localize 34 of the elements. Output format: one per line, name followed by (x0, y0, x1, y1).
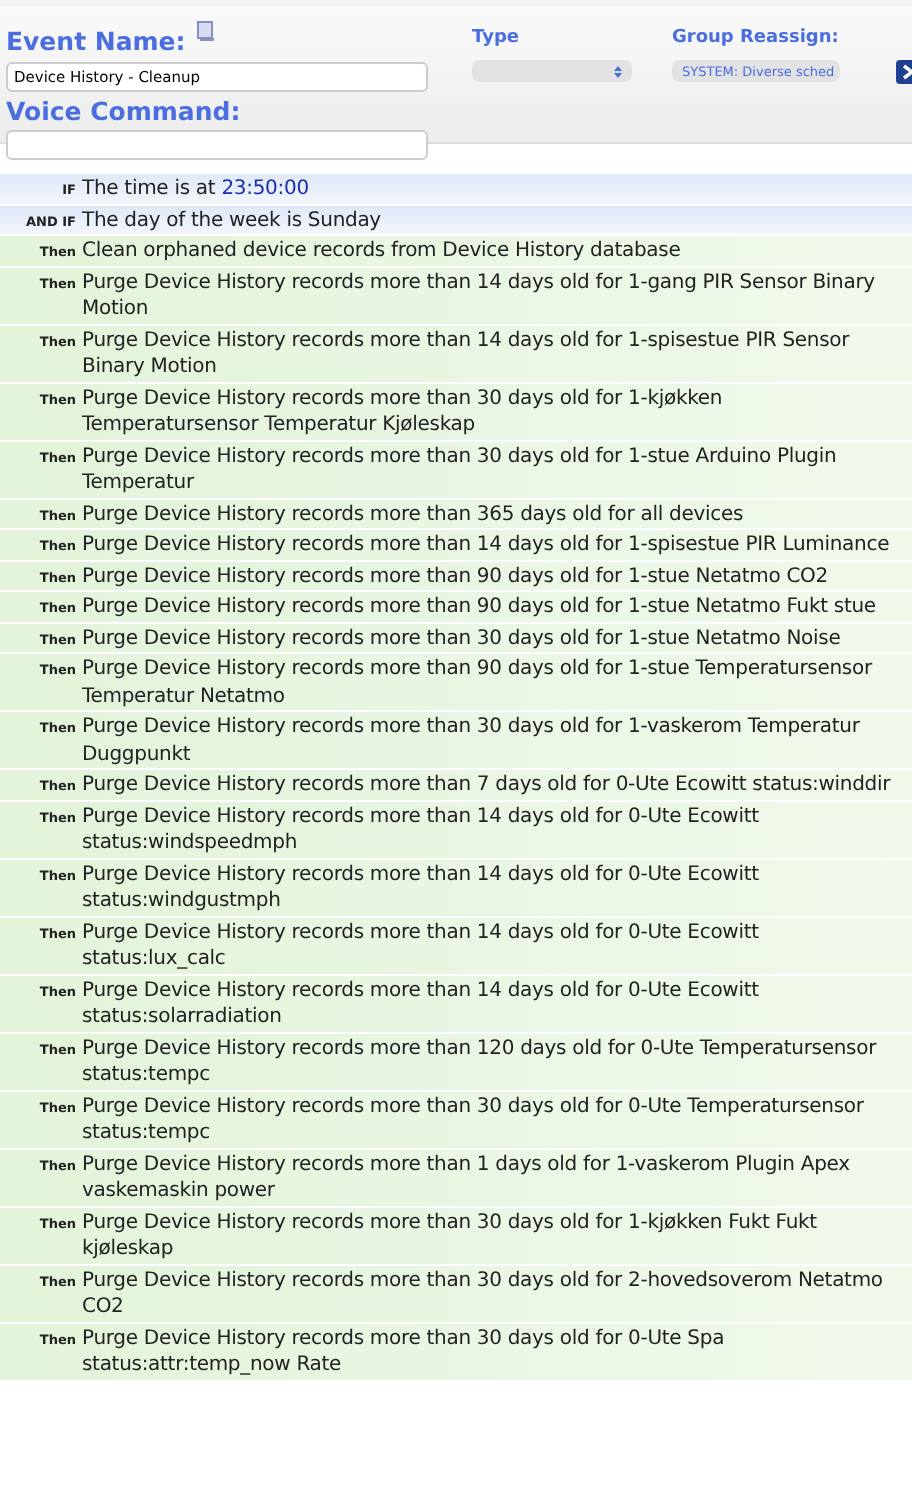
row-text: Purge Device History records more than 14 days old for 0-Ute Ecowitt status:solarradiation (82, 977, 761, 1031)
row-text: Purge Device History records more than 90 days old for 1-stue Temperatursensor Temperatur Netatmo (82, 656, 875, 710)
row-text: Purge Device History records more than 14 days old for 1-spisestue PIR Luminance (82, 532, 892, 559)
row-text: Purge Device History records more than 30 days old for 1-stue Netatmo Noise (82, 625, 843, 652)
chevron-icon (901, 64, 912, 80)
row-text: The day of the week is Sunday (82, 207, 383, 234)
row-text: Purge Device History records more than 14 days old for 0-Ute Ecowitt status:lux_calc (82, 919, 761, 973)
go-button[interactable] (896, 60, 912, 84)
row-text: Purge Device History records more than 14 days old for 1-gang PIR Sensor Binary Motion (82, 269, 877, 323)
group-reassign-label: Group Reassign: (672, 28, 841, 48)
row-text: Purge Device History records more than 90 days old for 1-stue Netatmo CO2 (82, 563, 830, 590)
row-text: Purge Device History records more than 7 days old for 0-Ute Ecowitt status:winddir (82, 772, 893, 799)
row-text: Purge Device History records more than 14 days old for 0-Ute Ecowitt status:windgustmph (82, 861, 761, 915)
row-text: Purge Device History records more than 14 days old for 0-Ute Ecowitt status:windspeedmph (82, 803, 761, 857)
voice-command-field[interactable] (6, 130, 428, 160)
row-text: Purge Device History records more than 30 days old for 0-Ute Temperatursensor status:tempc (82, 1093, 866, 1147)
book-icon[interactable] (195, 20, 216, 42)
row-text: The time is at 23:50:00 (82, 176, 311, 203)
row-text: Purge Device History records more than 30 days old for 2-hovedsoverom Netatmo CO2 (82, 1267, 885, 1321)
row-text: Purge Device History records more than 30 days old for 1-stue Arduino Plugin Temperatur (82, 443, 839, 497)
row-text: Purge Device History records more than 30 days old for 1-kjøkken Temperatursensor Temperatur Kjøleskap (82, 385, 725, 439)
row-text: Purge Device History records more than 14 days old for 1-spisestue PIR Sensor Binary Motion (82, 327, 852, 381)
row-text: Clean orphaned device records from Device History database (82, 238, 683, 265)
row-text: Purge Device History records more than 1 days old for 1-vaskerom Plugin Apex vaskemaskin power (82, 1151, 852, 1205)
type-label: Type (472, 28, 521, 48)
row-text: Purge Device History records more than 30 days old for 0-Ute Spa status:attr:temp_now Rate (82, 1325, 727, 1379)
row-text: Purge Device History records more than 90 days old for 1-stue Netatmo Fukt stue (82, 594, 878, 621)
event-name-label: Event Name: (6, 26, 186, 56)
row-text: Purge Device History records more than 365 days old for all devices (82, 501, 746, 528)
updown-icon (614, 65, 622, 77)
row-text: Purge Device History records more than 120 days old for 0-Ute Temperatursensor status:tempc (82, 1035, 879, 1089)
row-text: Purge Device History records more than 30 days old for 1-kjøkken Fukt Fukt kjøleskap (82, 1209, 819, 1263)
voice-command-label: Voice Command: (6, 96, 243, 126)
row-text: Purge Device History records more than 30 days old for 1-vaskerom Temperatur Duggpunkt (82, 714, 862, 768)
